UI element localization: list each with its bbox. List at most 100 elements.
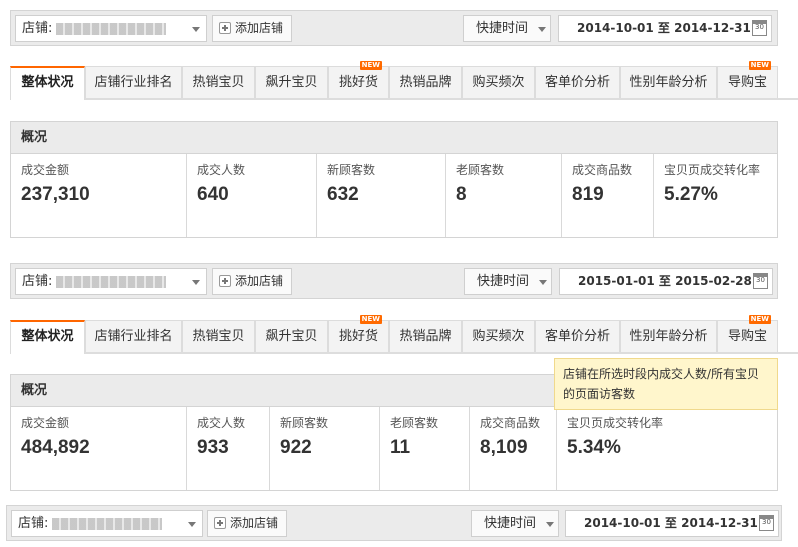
tab-label: 热销宝贝	[192, 329, 245, 344]
add-store-button[interactable]: 添加店铺	[212, 15, 292, 42]
metric-value: 8,109	[480, 437, 528, 458]
tab-label: 购买频次	[472, 329, 525, 344]
metric-label: 成交人数	[197, 416, 246, 430]
metric-value: 8	[456, 184, 467, 205]
tab-rising-items[interactable]: 飙升宝贝	[255, 66, 328, 98]
tab-label: 热销品牌	[399, 329, 452, 344]
tab-overall[interactable]: 整体状况	[10, 320, 85, 354]
metric-label: 成交金额	[21, 163, 70, 177]
store-select[interactable]: 店铺:	[15, 268, 207, 295]
metric-value: 5.27%	[664, 184, 718, 205]
metric-value: 632	[327, 184, 359, 205]
quick-time-label: 快捷时间	[477, 274, 530, 289]
add-store-label: 添加店铺	[235, 274, 284, 288]
store-label: 店铺:	[22, 274, 53, 289]
tab-label: 导购宝	[727, 75, 767, 90]
add-store-button[interactable]: 添加店铺	[207, 510, 287, 537]
metric-label: 宝贝页成交转化率	[664, 163, 761, 177]
metric-card: 成交金额 237,310	[11, 154, 187, 237]
store-select[interactable]: 店铺:	[15, 15, 207, 42]
plus-icon	[214, 517, 226, 529]
date-range-text: 2014-10-01 至 2014-12-31	[584, 516, 758, 530]
metric-card: 成交人数 933	[187, 407, 270, 490]
tab-purchase-frequency[interactable]: 购买频次	[462, 66, 535, 98]
store-name-blurred	[52, 517, 163, 530]
metric-card: 老顾客数 8	[446, 154, 562, 237]
tab-pick-goods[interactable]: 挑好货 NEW	[328, 315, 389, 352]
tab-shopping-guide[interactable]: 导购宝 NEW	[717, 61, 778, 98]
tab-bar: 整体状况 店铺行业排名 热销宝贝 飙升宝贝 挑好货 NEW 热销品牌 购买频次 客…	[10, 61, 798, 100]
calendar-icon[interactable]: 30	[753, 273, 768, 289]
tab-gender-age[interactable]: 性别年龄分析	[620, 320, 717, 352]
tab-purchase-frequency[interactable]: 购买频次	[462, 320, 535, 352]
calendar-icon[interactable]: 30	[752, 20, 767, 36]
tab-store-ranking[interactable]: 店铺行业排名	[85, 320, 182, 352]
new-badge: NEW	[359, 61, 382, 70]
add-store-label: 添加店铺	[235, 21, 284, 35]
metric-label: 宝贝页成交转化率	[567, 416, 664, 430]
tab-label: 客单价分析	[544, 329, 610, 344]
tab-label: 整体状况	[21, 329, 74, 344]
tab-bar: 整体状况 店铺行业排名 热销宝贝 飙升宝贝 挑好货 NEW 热销品牌 购买频次 客…	[10, 315, 798, 354]
metric-value: 640	[197, 184, 229, 205]
quick-time-label: 快捷时间	[484, 516, 537, 531]
tab-hot-brands[interactable]: 热销品牌	[389, 320, 462, 352]
tab-label: 性别年龄分析	[629, 329, 708, 344]
new-badge: NEW	[359, 315, 382, 324]
tab-hot-items[interactable]: 热销宝贝	[182, 66, 255, 98]
store-name-blurred	[56, 22, 167, 35]
metric-card: 成交商品数 8,109	[470, 407, 557, 490]
metric-value: 484,892	[21, 437, 90, 458]
tab-rising-items[interactable]: 飙升宝贝	[255, 320, 328, 352]
tab-hot-items[interactable]: 热销宝贝	[182, 320, 255, 352]
quick-time-label: 快捷时间	[476, 21, 529, 36]
tab-store-ranking[interactable]: 店铺行业排名	[85, 66, 182, 98]
tab-unit-price[interactable]: 客单价分析	[535, 66, 620, 98]
chevron-down-icon	[192, 280, 200, 285]
tab-label: 整体状况	[21, 75, 74, 90]
quick-time-select[interactable]: 快捷时间	[464, 268, 552, 295]
tab-overall[interactable]: 整体状况	[10, 66, 85, 100]
tab-gender-age[interactable]: 性别年龄分析	[620, 66, 717, 98]
tab-unit-price[interactable]: 客单价分析	[535, 320, 620, 352]
metric-card: 新顾客数 922	[270, 407, 380, 490]
store-select[interactable]: 店铺:	[11, 510, 203, 537]
plus-icon	[219, 275, 231, 287]
tab-shopping-guide[interactable]: 导购宝 NEW	[717, 315, 778, 352]
tab-label: 店铺行业排名	[94, 329, 173, 344]
date-range-field[interactable]: 2015-01-01 至 2015-02-28 30	[559, 268, 773, 295]
quick-time-select[interactable]: 快捷时间	[463, 15, 551, 42]
tab-label: 热销品牌	[399, 75, 452, 90]
quick-time-select[interactable]: 快捷时间	[471, 510, 559, 537]
metric-label: 成交人数	[197, 163, 246, 177]
tab-label: 性别年龄分析	[629, 75, 708, 90]
metric-card: 宝贝页成交转化率 5.27%	[654, 154, 777, 237]
metric-label: 老顾客数	[456, 163, 505, 177]
store-label: 店铺:	[22, 21, 53, 36]
metric-value: 11	[390, 437, 411, 458]
tab-label: 热销宝贝	[192, 75, 245, 90]
add-store-button[interactable]: 添加店铺	[212, 268, 292, 295]
metric-value: 237,310	[21, 184, 90, 205]
tab-hot-brands[interactable]: 热销品牌	[389, 66, 462, 98]
chevron-down-icon	[538, 27, 546, 32]
metric-card: 成交商品数 819	[562, 154, 654, 237]
filter-bar: 店铺: 添加店铺 快捷时间 2014-10-01 至 2014-12-31 30	[6, 505, 782, 541]
date-range-field[interactable]: 2014-10-01 至 2014-12-31 30	[565, 510, 779, 537]
metric-card: 成交人数 640	[187, 154, 317, 237]
tab-label: 导购宝	[727, 329, 767, 344]
metric-label: 新顾客数	[280, 416, 329, 430]
tab-pick-goods[interactable]: 挑好货 NEW	[328, 61, 389, 98]
plus-icon	[219, 22, 231, 34]
tab-label: 挑好货	[338, 329, 378, 344]
calendar-icon[interactable]: 30	[759, 515, 774, 531]
tab-label: 飙升宝贝	[265, 329, 318, 344]
tab-label: 飙升宝贝	[265, 75, 318, 90]
store-label: 店铺:	[18, 516, 49, 531]
metric-label: 成交商品数	[572, 163, 633, 177]
metric-label: 成交商品数	[480, 416, 541, 430]
overview-panel: 概况 成交金额 237,310 成交人数 640 新顾客数 632 老顾客数 8 成交商…	[10, 121, 778, 238]
metric-card: 老顾客数 11	[380, 407, 470, 490]
date-range-field[interactable]: 2014-10-01 至 2014-12-31 30	[558, 15, 772, 42]
tab-label: 店铺行业排名	[94, 75, 173, 90]
